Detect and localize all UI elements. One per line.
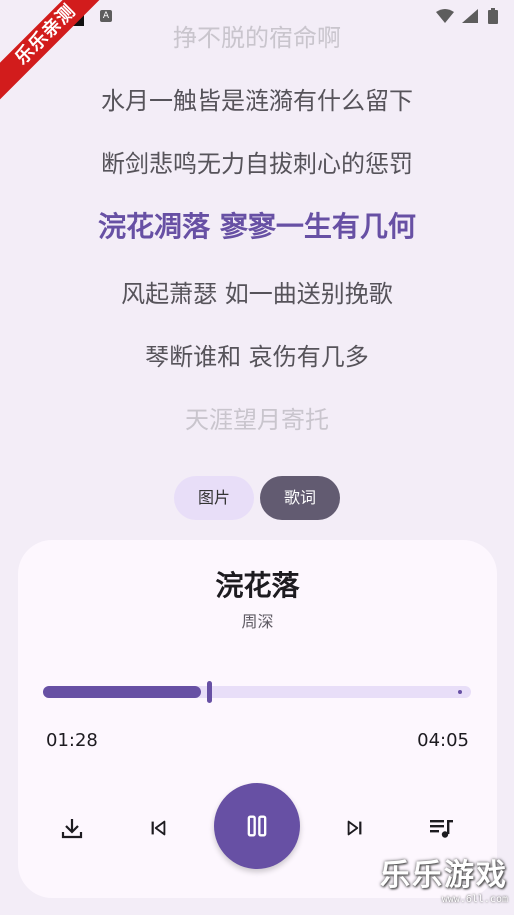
lyric-line: 水月一触皆是涟漪有什么留下 (101, 87, 413, 115)
previous-button[interactable] (142, 812, 174, 844)
artist-name: 周深 (241, 612, 274, 631)
download-button[interactable] (56, 812, 88, 844)
tab-lyrics[interactable]: 歌词 (260, 476, 340, 520)
view-toggle: 图片 歌词 (174, 476, 340, 520)
watermark-url: www.6ll.com (441, 894, 508, 905)
lyric-line: 天涯望月寄托 (185, 406, 329, 434)
player-card: 浣花落 周深 01:28 04:05 (18, 540, 497, 898)
progress-thumb[interactable] (207, 681, 213, 703)
watermark: 乐乐游戏 www.6ll.com (380, 850, 508, 905)
download-icon (61, 819, 83, 839)
watermark-title: 乐乐游戏 (380, 858, 508, 893)
lyric-line: 挣不脱的宿命啊 (173, 24, 341, 52)
current-time: 01:28 (46, 730, 98, 751)
playlist-button[interactable] (424, 810, 460, 846)
progress-fill (43, 686, 202, 698)
lyric-line: 琴断谁和 哀伤有几多 (145, 343, 369, 371)
lyric-line: 风起萧瑟 如一曲送别挽歌 (121, 280, 393, 308)
tab-image[interactable]: 图片 (174, 476, 254, 520)
progress-end-dot (458, 690, 462, 694)
pause-button[interactable] (214, 783, 300, 869)
lyrics-view[interactable]: 挣不脱的宿命啊 水月一触皆是涟漪有什么留下 断剑悲鸣无力自拔刺心的惩罚 浣花凋落… (0, 0, 514, 450)
pause-icon (247, 815, 267, 837)
next-button[interactable] (339, 812, 371, 844)
progress-slider[interactable] (43, 681, 471, 703)
total-time: 04:05 (417, 730, 469, 751)
lyric-line: 断剑悲鸣无力自拔刺心的惩罚 (101, 150, 413, 178)
skip-next-icon (347, 820, 362, 836)
skip-previous-icon (151, 820, 166, 836)
lyric-line-active: 浣花凋落 寥寥一生有几何 (98, 210, 416, 243)
song-title: 浣花落 (215, 569, 300, 602)
playlist-icon (430, 820, 453, 838)
